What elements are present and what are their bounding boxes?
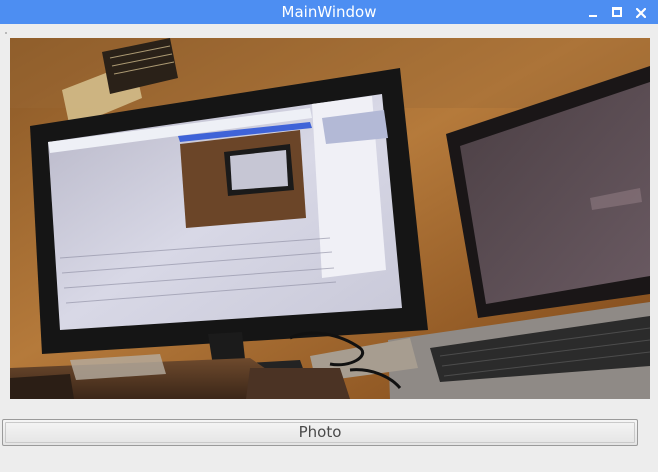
main-window: MainWindow Photo — [0, 0, 658, 472]
title-bar[interactable]: MainWindow — [0, 0, 658, 24]
camera-preview-image — [10, 38, 650, 399]
camera-preview — [10, 38, 650, 399]
close-icon — [635, 3, 647, 22]
photo-button-label: Photo — [298, 423, 342, 441]
maximize-button[interactable] — [608, 3, 626, 21]
layout-marker — [5, 32, 7, 34]
photo-button[interactable]: Photo — [2, 419, 638, 446]
maximize-icon — [612, 7, 622, 17]
window-title: MainWindow — [281, 3, 377, 21]
minimize-icon — [589, 7, 597, 17]
minimize-button[interactable] — [584, 3, 602, 21]
close-button[interactable] — [632, 3, 650, 21]
